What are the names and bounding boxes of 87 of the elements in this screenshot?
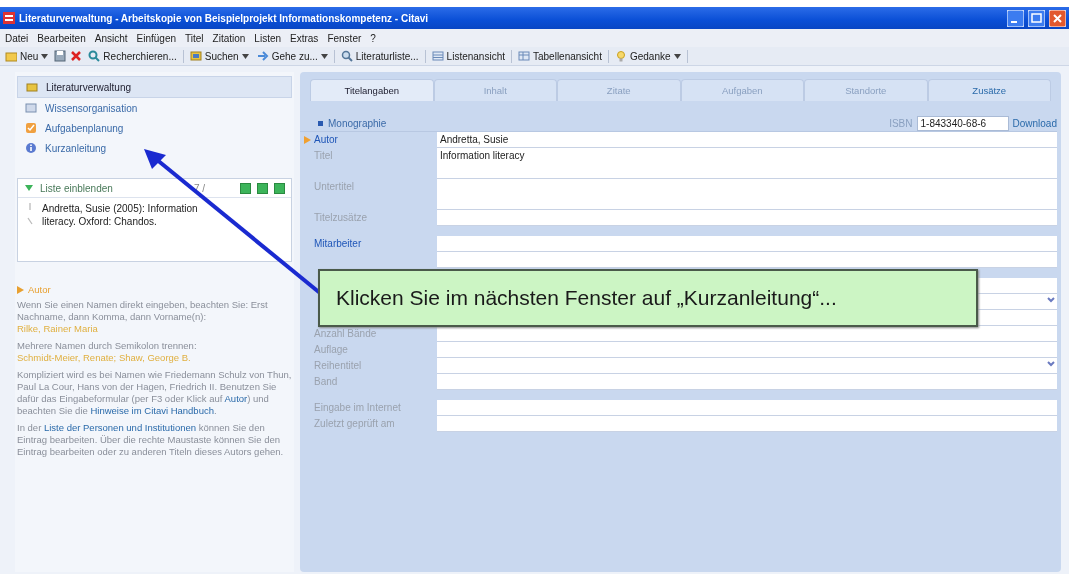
nav-item[interactable]: Kurzanleitung xyxy=(17,138,292,158)
lightbulb-icon xyxy=(614,50,627,62)
folder-icon xyxy=(26,81,38,93)
menu-item[interactable]: ? xyxy=(370,32,376,44)
field-label: Zuletzt geprüft am xyxy=(314,417,396,431)
save-icon[interactable] xyxy=(54,50,67,62)
download-link[interactable]: Download xyxy=(1012,117,1057,129)
dropdown-button[interactable]: Gehe zu... xyxy=(254,50,330,62)
box-icon xyxy=(189,50,202,62)
help-paragraph: Kompliziert wird es bei Namen wie Friedemann Schulz von Thun, Paul La Cour, Hans von der Hagen, Friedrich II. Benutzen Sie dafür das Eingabeformular (per F3 oder Klick auf Autor) und beachten Sie die Hinweise im Citavi Handbuch. xyxy=(17,369,292,417)
field-label: Titelzusätze xyxy=(314,211,368,225)
field-label: Titel xyxy=(314,149,334,163)
list-icon xyxy=(431,50,444,62)
folder-icon xyxy=(5,50,17,62)
table-icon xyxy=(518,50,530,62)
checkbox-icon xyxy=(25,122,37,134)
text-field[interactable]: Andretta, Susie xyxy=(437,132,1057,148)
field-label: Anzahl Bände xyxy=(314,327,378,341)
text-field[interactable]: Information literacy xyxy=(437,148,1057,179)
menu-item[interactable]: Einfügen xyxy=(136,32,176,44)
app-icon xyxy=(3,12,15,24)
delete-icon[interactable] xyxy=(70,50,83,62)
menu-item[interactable]: Titel xyxy=(185,32,204,44)
help-link[interactable]: Liste der Personen und Institutionen xyxy=(43,422,197,433)
triangle-icon[interactable] xyxy=(24,183,34,193)
tab[interactable]: Titelangaben xyxy=(310,79,434,101)
toolbar-button[interactable]: Recherchieren... xyxy=(86,50,179,62)
dropdown-button[interactable]: Neu xyxy=(3,50,51,62)
search-icon xyxy=(340,50,353,62)
caret-icon xyxy=(241,53,249,59)
record-type[interactable]: Monographie xyxy=(318,117,886,129)
field-label: Untertitel xyxy=(314,180,355,194)
text-field[interactable] xyxy=(437,179,1057,210)
text-field[interactable] xyxy=(437,416,1057,432)
board-icon xyxy=(25,102,37,114)
help-paragraph: Wenn Sie einen Namen direkt eingeben, beachten Sie: Erst Nachname, dann Komma, dann Vorname(n): Rilke, Rainer Maria xyxy=(17,299,269,335)
toolbar-button[interactable]: Tabellenansicht xyxy=(516,50,604,62)
instruction-tooltip: Klicken Sie im nächsten Fenster auf „Kurzanleitung“... xyxy=(318,269,978,327)
isbn-label: ISBN xyxy=(889,117,913,129)
tab[interactable]: Zusätze xyxy=(927,79,1051,101)
menu-item[interactable]: Zitation xyxy=(212,32,246,44)
help-heading: Autor xyxy=(17,284,292,296)
nav-item[interactable]: Wissensorganisation xyxy=(17,98,292,118)
caret-icon xyxy=(320,53,328,59)
help-paragraph: In der Liste der Personen und Institutionen können Sie den Eintrag bearbeiten. Über die rechte Maustaste können Sie den Eintrag bearbeiten oder zu anderen Titeln dieses Autors gehen. xyxy=(17,422,285,458)
field-label: Autor xyxy=(314,133,339,147)
caret-icon xyxy=(41,53,49,59)
text-field[interactable] xyxy=(437,400,1057,416)
menu-item[interactable]: Bearbeiten xyxy=(37,32,86,44)
isbn-field[interactable]: 1-843340-68-6 xyxy=(916,115,1009,131)
close-icon[interactable] xyxy=(1049,9,1066,27)
menu-item[interactable]: Ansicht xyxy=(94,32,128,44)
field-label: Mitarbeiter xyxy=(314,237,363,251)
arrow-icon xyxy=(256,50,269,62)
dropdown-field[interactable] xyxy=(437,358,1057,374)
maximize-icon[interactable] xyxy=(1028,9,1045,27)
text-field[interactable] xyxy=(437,210,1057,226)
toolbar-button[interactable]: Listenansicht xyxy=(429,50,507,62)
triangle-icon xyxy=(17,286,24,294)
info-icon xyxy=(25,142,37,154)
dropdown-button[interactable]: Suchen xyxy=(187,50,251,62)
remove-button[interactable] xyxy=(274,182,285,194)
nav-item[interactable]: Aufgabenplanung xyxy=(17,118,292,138)
help-link[interactable]: Hinweise im Citavi Handbuch xyxy=(90,405,214,416)
text-field[interactable] xyxy=(437,252,1057,268)
nav-item[interactable]: Literaturverwaltung xyxy=(17,76,292,98)
menu-item[interactable]: Extras xyxy=(290,32,319,44)
help-paragraph: Mehrere Namen durch Semikolon trennen: Schmidt-Meier, Renate; Shaw, George B. xyxy=(17,340,198,364)
minimize-icon[interactable] xyxy=(1007,9,1024,27)
toolbar-button[interactable]: Literaturliste... xyxy=(338,50,421,62)
text-field[interactable] xyxy=(437,374,1057,390)
field-label: Auflage xyxy=(314,343,349,357)
caret-icon xyxy=(673,53,681,59)
add-button[interactable] xyxy=(240,182,251,194)
menu-item[interactable]: Fenster xyxy=(327,32,362,44)
list-entry[interactable]: Andretta, Susie (2005): Information literacy. Oxford: Chandos. xyxy=(42,202,207,228)
edit-button[interactable] xyxy=(257,182,268,194)
field-label: Band xyxy=(314,375,339,389)
text-field[interactable] xyxy=(437,342,1057,358)
menu-item[interactable]: Listen xyxy=(254,32,282,44)
menu-item[interactable]: Datei xyxy=(5,32,29,44)
window-title: Literaturverwaltung - Arbeitskopie von Beispielprojekt Informationskompetenz - Citavi xyxy=(19,12,430,24)
field-label: Reihentitel xyxy=(314,359,363,373)
toggle-link[interactable]: Liste einblenden xyxy=(40,182,188,194)
text-field[interactable] xyxy=(437,236,1057,252)
dropdown-button[interactable]: Gedanke xyxy=(612,50,683,62)
search-icon xyxy=(88,50,101,62)
